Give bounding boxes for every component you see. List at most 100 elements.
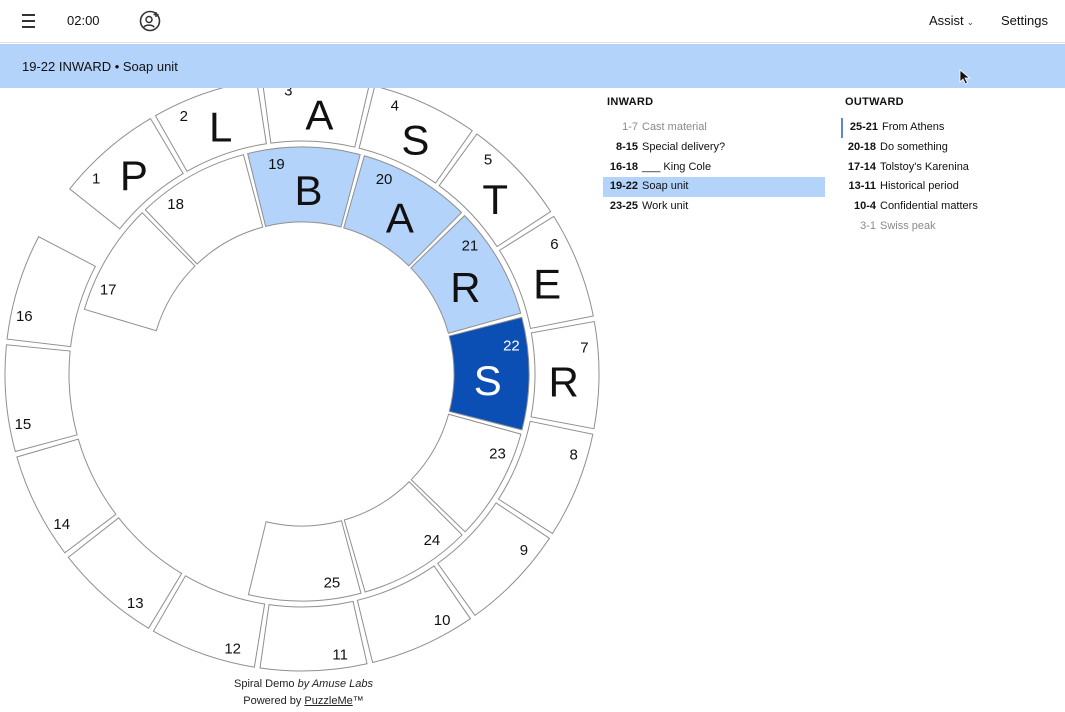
grid-cell-25[interactable]: 25 [247,520,362,602]
cell-letter: A [305,91,333,138]
current-clue-text: 19-22 INWARD • Soap unit [22,59,178,74]
clue-text: Swiss peak [880,219,936,232]
cell-number: 6 [550,236,558,253]
cell-number: 12 [224,640,241,657]
settings-button[interactable]: Settings [1001,13,1048,28]
clue-text: Do something [880,140,948,153]
cell-number: 25 [324,575,341,592]
cell-number: 9 [520,542,528,559]
inward-clue-list: INWARD 1-7 Cast material 8-15 Special deliv… [603,96,833,217]
clue-text: Tolstoy's Karenina [880,160,969,173]
trademark-symbol: ™ [352,695,364,707]
inward-clue-19-22[interactable]: 19-22 Soap unit [603,177,825,198]
grid-cell-16[interactable]: 16 [6,236,97,348]
outward-clue-13-11[interactable]: 13-11 Historical period [841,177,1021,197]
clue-text: From Athens [882,121,945,133]
clue-number: 25-21 [849,121,878,133]
cell-number: 1 [92,170,100,187]
cell-letter: P [120,152,148,199]
outward-header: OUTWARD [845,96,904,108]
cell-number: 3 [284,88,292,99]
chevron-down-icon: ⌄ [966,17,975,27]
footer-powered-label: Powered by [243,695,302,707]
clue-text: Work unit [642,200,689,213]
cell-number: 23 [489,445,506,462]
puzzleme-link[interactable]: PuzzleMe [304,695,352,707]
outward-clue-20-18[interactable]: 20-18 Do something [841,138,1021,158]
cell-shape [259,600,368,672]
footer-powered: Powered by PuzzleMe™ [0,693,607,710]
clue-number: 17-14 [847,160,876,173]
cell-number: 19 [268,156,285,173]
clue-text: Historical period [880,180,959,193]
inward-header: INWARD [607,96,654,108]
clue-number: 1-7 [622,121,638,133]
clue-number: 13-11 [848,180,876,193]
cell-number: 7 [580,340,588,357]
cell-number: 22 [503,338,520,355]
outward-clue-25-21[interactable]: 25-21 From Athens [841,118,1021,138]
grid-cell-22[interactable]: 22S [448,316,530,431]
footer: Spiral Demo by Amuse Labs Powered by Puz… [0,676,607,710]
clue-text: ___ King Cole [642,160,712,173]
cell-letter: E [533,261,561,308]
timer[interactable]: 02:00 [67,13,100,28]
clue-number: 23-25 [609,200,638,213]
cell-shape [6,236,97,348]
cell-number: 18 [167,196,184,213]
clue-number: 10-4 [853,200,876,213]
cell-shape [247,520,362,602]
spiral-puzzle-grid: 1 P2 L3A 4S 5T6E7R8910111213141516171819B 20A… [4,88,600,672]
grid-cell-7[interactable]: 7R [530,320,600,430]
cell-number: 14 [53,516,70,533]
cell-number: 16 [16,308,33,325]
cell-number: 11 [332,646,348,663]
add-person-icon[interactable] [138,9,162,33]
clue-number: 20-18 [847,140,876,153]
outward-clue-10-4[interactable]: 10-4 Confidential matters [841,197,1021,217]
inward-clue-1-7[interactable]: 1-7 Cast material [603,118,825,138]
clue-number: 8-15 [615,140,638,153]
clue-text: Soap unit [642,180,689,193]
cell-number: 21 [462,237,479,254]
cell-number: 4 [391,98,399,115]
mouse-pointer-icon [959,69,971,85]
clue-text: Special delivery? [642,140,726,153]
cell-number: 13 [127,595,144,612]
cell-number: 8 [570,447,578,464]
top-toolbar: 02:00 Assist ⌄ Settings [0,0,1065,43]
cell-letter: T [482,176,508,223]
assist-label: Assist [929,13,964,28]
cell-number: 15 [15,416,32,433]
cell-letter: R [549,359,579,406]
cell-shape [4,344,78,453]
cell-number: 17 [100,281,117,298]
cell-number: 24 [424,532,441,549]
cell-number: 2 [180,108,188,125]
grid-cell-11[interactable]: 11 [259,600,368,672]
footer-title: Spiral Demo [233,678,295,690]
inward-clue-16-18[interactable]: 16-18 ___ King Cole [603,158,825,178]
cell-letter: S [474,357,502,404]
grid-cell-15[interactable]: 15 [4,344,78,453]
cell-letter: A [386,195,414,242]
outward-clue-17-14[interactable]: 17-14 Tolstoy's Karenina [841,158,1021,178]
cell-letter: B [294,167,322,214]
cell-number: 5 [484,151,492,168]
inward-clue-23-25[interactable]: 23-25 Work unit [603,197,825,217]
clue-number: 3-1 [860,219,876,232]
inward-clue-8-15[interactable]: 8-15 Special delivery? [603,138,825,158]
outward-clue-3-1[interactable]: 3-1 Swiss peak [841,217,1021,237]
current-clue-bar: 19-22 INWARD • Soap unit [0,44,1065,88]
cell-number: 10 [434,612,451,629]
clue-number: 16-18 [609,160,638,173]
grid-cell-3[interactable]: 3A [262,88,370,148]
hamburger-menu-icon[interactable] [21,11,39,31]
clue-number: 19-22 [609,180,638,193]
cell-letter: R [450,264,480,311]
outward-clue-list: OUTWARD 25-21 From Athens 20-18 Do somethin… [841,96,1065,237]
grid-cell-19[interactable]: 19 B [247,146,361,228]
assist-menu-button[interactable]: Assist ⌄ [929,13,974,28]
cell-letter: L [209,104,232,151]
cell-number: 20 [376,171,393,188]
